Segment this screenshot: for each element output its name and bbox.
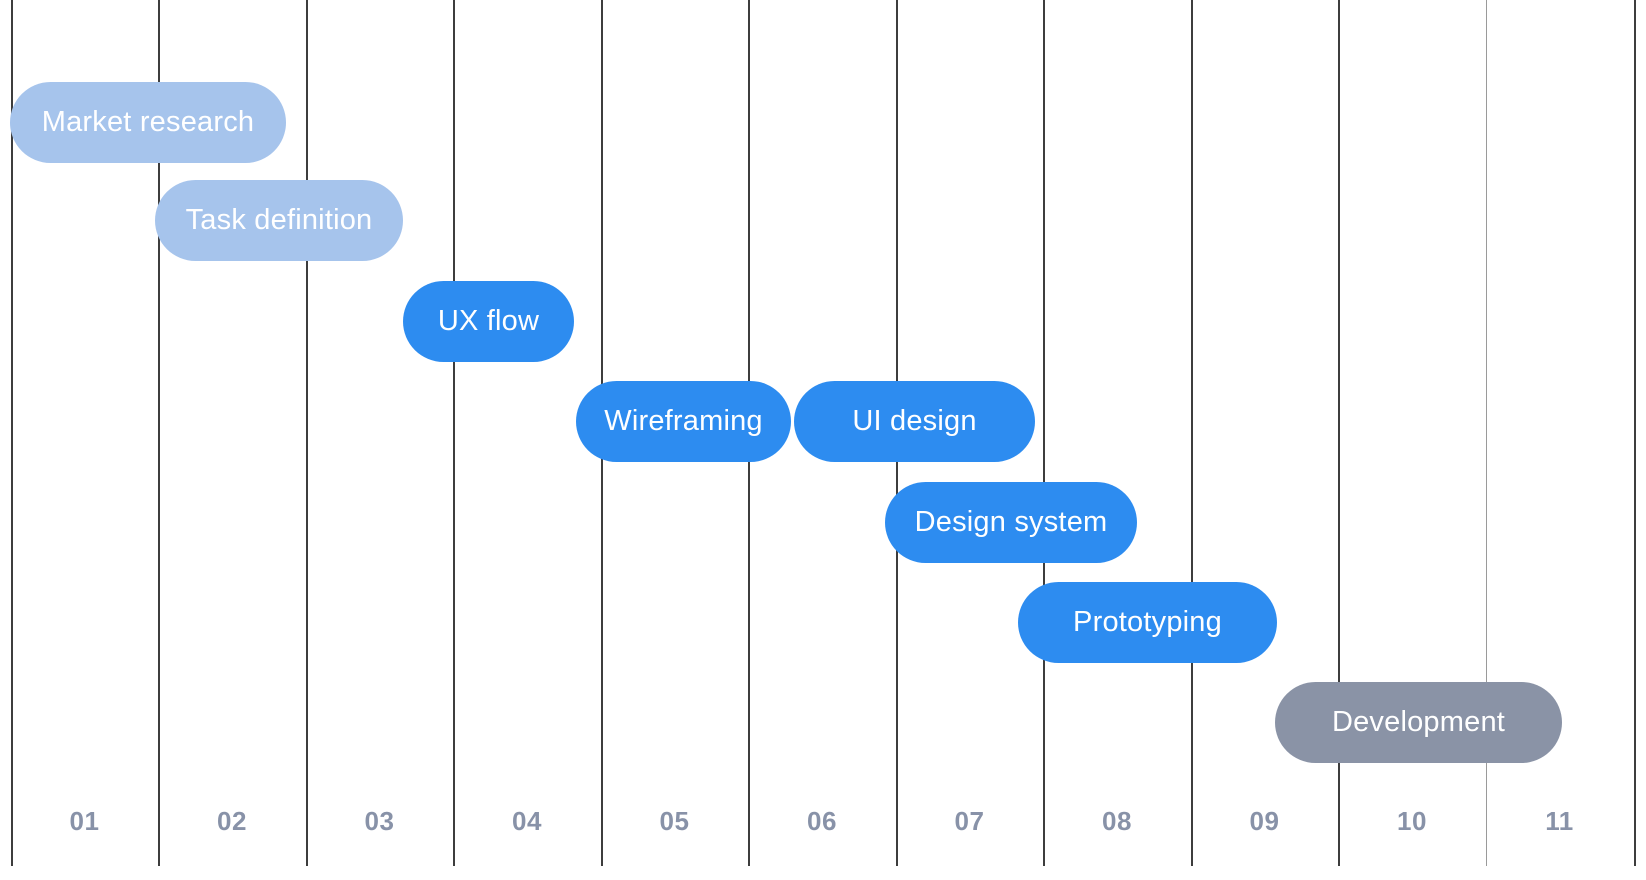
gantt-bar-label: UX flow — [437, 305, 540, 337]
gantt-bar-development[interactable]: Development — [1275, 682, 1562, 763]
gantt-bar-ui-design[interactable]: UI design — [794, 381, 1035, 462]
gantt-bar-label: Prototyping — [1073, 606, 1222, 638]
gantt-bar-task-definition[interactable]: Task definition — [155, 180, 403, 261]
gantt-bar-prototyping[interactable]: Prototyping — [1018, 582, 1277, 663]
gantt-bar-label: Development — [1331, 706, 1506, 738]
gantt-bar-label: UI design — [852, 405, 977, 437]
gantt-chart: Market research Task definition UX flow Wir… — [0, 0, 1646, 880]
gantt-bar-label: Task definition — [185, 204, 373, 236]
gantt-bar-label: Wireframing — [604, 405, 763, 437]
gantt-bar-label: Design system — [914, 506, 1108, 538]
gantt-bar-design-system[interactable]: Design system — [885, 482, 1137, 563]
gantt-bars-layer: Market research Task definition UX flow Wir… — [0, 0, 1646, 880]
gantt-bar-wireframing[interactable]: Wireframing — [576, 381, 791, 462]
gantt-bar-market-research[interactable]: Market research — [10, 82, 286, 163]
gantt-bar-label: Market research — [41, 106, 255, 138]
gantt-bar-ux-flow[interactable]: UX flow — [403, 281, 574, 362]
